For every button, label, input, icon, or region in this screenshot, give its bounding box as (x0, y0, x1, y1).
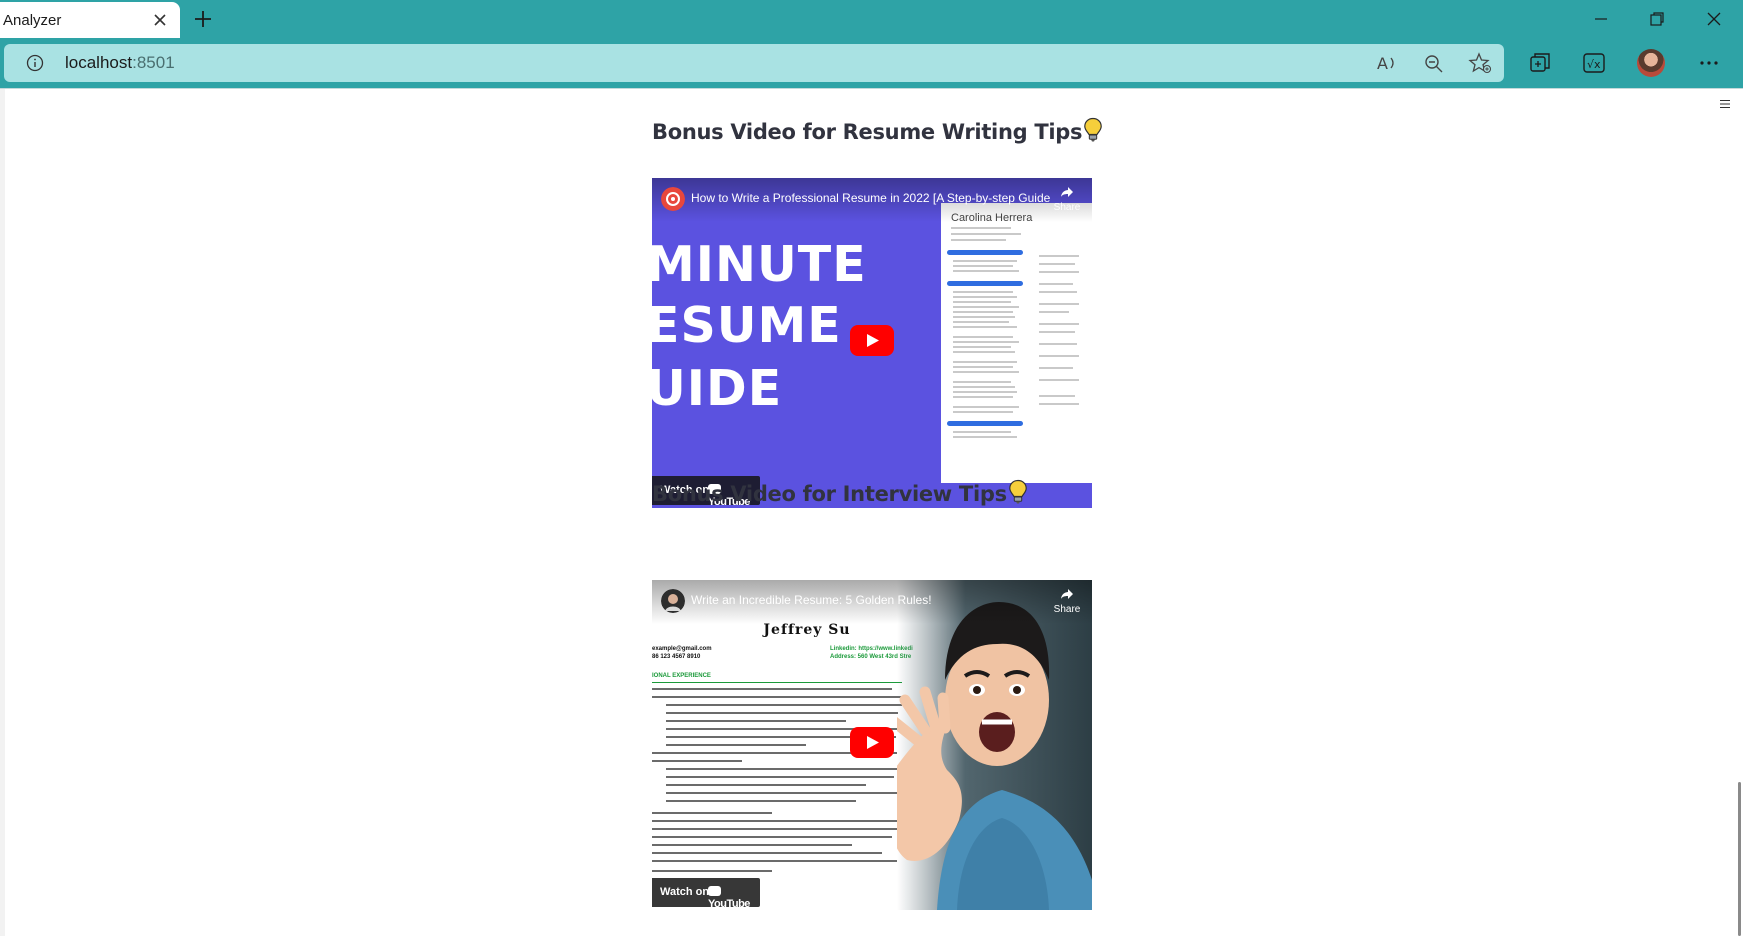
play-button-icon[interactable] (850, 325, 894, 356)
resume-section-title: IONAL EXPERIENCE (652, 673, 711, 679)
heading-text: Bonus Video for Interview Tips (652, 482, 1007, 506)
section-heading: Bonus Video for Resume Writing Tips (652, 117, 1103, 144)
share-icon (1061, 589, 1073, 599)
heading-text: Bonus Video for Resume Writing Tips (652, 120, 1083, 144)
url-host: localhost (65, 53, 133, 72)
thumbnail-word: ESUME (652, 297, 842, 354)
channel-logo-icon[interactable] (661, 187, 685, 211)
svg-text:√x: √x (1587, 58, 1601, 71)
read-aloud-icon[interactable]: A (1375, 52, 1399, 74)
video-title[interactable]: How to Write a Professional Resume in 20… (691, 191, 1051, 205)
browser-tab[interactable]: Analyzer (0, 2, 180, 38)
close-window-icon[interactable] (1703, 8, 1725, 30)
tab-strip: Analyzer (0, 0, 1743, 38)
favorite-star-icon[interactable] (1468, 52, 1492, 74)
url-text: localhost:8501 (65, 53, 175, 73)
resume-preview: Carolina Herrera (941, 203, 1092, 483)
thumbnail-word: UIDE (652, 360, 783, 417)
share-button[interactable]: Share (1052, 588, 1082, 615)
info-icon[interactable] (26, 54, 44, 72)
resume-email: example@gmail.com (652, 646, 712, 652)
minimize-icon[interactable] (1590, 8, 1612, 30)
resume-phone: 86 123 4567 8910 (652, 654, 701, 660)
url-port: :8501 (132, 53, 175, 72)
page-left-edge (0, 89, 5, 936)
play-button-icon[interactable] (850, 727, 894, 758)
svg-text:A: A (1377, 54, 1388, 73)
url-field[interactable]: localhost:8501 A (4, 44, 1504, 82)
watch-on-youtube-button[interactable]: Watch on YouTube (652, 878, 760, 910)
zoom-out-icon[interactable] (1422, 52, 1446, 74)
section-heading: Bonus Video for Interview Tips (652, 479, 1028, 506)
share-label: Share (1053, 202, 1081, 213)
menu-icon[interactable] (1719, 99, 1731, 109)
more-options-icon[interactable] (1694, 48, 1724, 78)
video-title-bar: How to Write a Professional Resume in 20… (652, 178, 1092, 222)
math-solver-icon[interactable]: √x (1579, 48, 1609, 78)
youtube-embed[interactable]: Jeffrey Su example@gmail.com 86 123 4567… (652, 580, 1092, 910)
share-button[interactable]: Share (1052, 186, 1082, 213)
close-icon[interactable] (150, 10, 170, 30)
presenter-photo (897, 580, 1092, 910)
youtube-embed[interactable]: MINUTE ESUME UIDE Carolina Herrera (652, 178, 1092, 508)
watch-on-label: Watch on (660, 886, 710, 898)
tab-title: Analyzer (3, 12, 62, 29)
share-icon (1061, 187, 1073, 197)
app-page: Bonus Video for Resume Writing Tips MINU… (0, 89, 1743, 936)
share-label: Share (1053, 604, 1081, 615)
channel-avatar-icon[interactable] (661, 589, 685, 613)
restore-icon[interactable] (1646, 8, 1668, 30)
thumbnail-word: MINUTE (652, 236, 867, 293)
plus-icon[interactable] (192, 8, 214, 30)
video-title-bar: Write an Incredible Resume: 5 Golden Rul… (652, 580, 1092, 624)
lightbulb-icon (1008, 479, 1027, 504)
profile-avatar[interactable] (1637, 49, 1665, 77)
lightbulb-icon (1084, 117, 1103, 142)
address-bar: localhost:8501 A √x (0, 38, 1743, 88)
scrollbar-thumb[interactable] (1738, 782, 1741, 936)
youtube-logo: YouTube (708, 886, 760, 910)
collections-icon[interactable] (1525, 48, 1555, 78)
video-title[interactable]: Write an Incredible Resume: 5 Golden Rul… (691, 593, 1051, 607)
